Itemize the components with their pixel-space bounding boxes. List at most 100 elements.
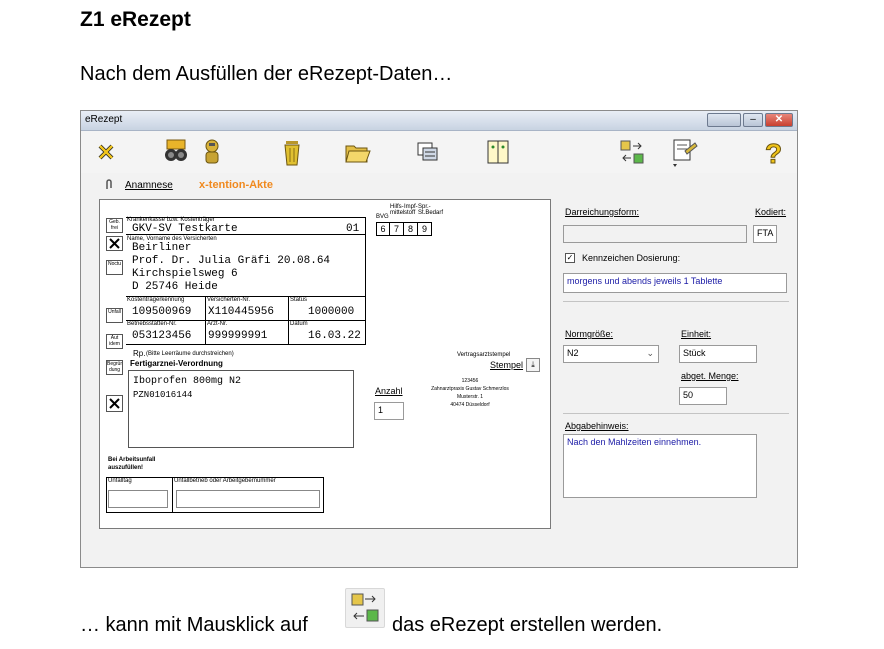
cross-icon [109, 398, 120, 409]
sprstbedarf-label: Spr.-St.Bedarf [418, 204, 444, 216]
status-value[interactable]: 1000000 [308, 306, 354, 318]
tab-xtention-akte[interactable]: x-tention-Akte [199, 179, 273, 191]
aut-idem-button[interactable]: Aut idem [106, 334, 123, 349]
rp-label: Rp. [133, 349, 146, 358]
search-button[interactable] [161, 137, 191, 167]
betriebsstaette-value[interactable]: 053123456 [132, 330, 191, 342]
restore-button[interactable] [707, 113, 741, 127]
delete-button[interactable] [277, 137, 307, 167]
unfall-button[interactable]: Unfall [106, 308, 123, 323]
open-folder-icon [345, 145, 371, 163]
paperclip-icon [106, 179, 112, 189]
copy-icon [417, 142, 438, 161]
versichertennr-value[interactable]: X110445956 [208, 306, 274, 318]
noctu-button[interactable]: Noctu [106, 260, 123, 275]
close-button[interactable]: ✕ [765, 113, 793, 127]
patient-line: Kirchspielsweg 6 [132, 268, 238, 280]
create-erezept-icon [351, 593, 379, 622]
begruendung-button[interactable]: Begrün-dung [106, 360, 123, 375]
patient-line: D 25746 Heide [132, 281, 218, 293]
geb-frei-button[interactable]: Geb. frei [106, 218, 123, 233]
cell-6[interactable]: 6 [376, 222, 390, 236]
unfalltag-input[interactable] [108, 490, 168, 508]
document-heading: Z1 eRezept [80, 8, 191, 31]
print-icon [673, 139, 698, 167]
separator [563, 413, 789, 414]
search-binoculars-icon [165, 139, 187, 161]
divider [172, 477, 173, 513]
form-icon [487, 140, 509, 164]
einheit-input[interactable]: Stück [679, 345, 757, 363]
form-button[interactable] [483, 137, 513, 167]
stempel-block: 123456 Zahnarztpraxis Gustav Schmerzlos … [410, 377, 530, 409]
impfstoff-label: Impf-stoff [404, 204, 418, 216]
darreichungsform-input[interactable] [563, 225, 747, 243]
medication-line-1: Iboprofen 800mg N2 [133, 376, 242, 387]
print-button[interactable] [669, 137, 703, 167]
svg-text:?: ? [765, 138, 782, 167]
cell-8[interactable]: 8 [404, 222, 418, 236]
cell-7[interactable]: 7 [390, 222, 404, 236]
kodiert-input[interactable]: FTA [753, 225, 777, 243]
gebpfl-toggle[interactable] [106, 236, 123, 251]
connect-icon [205, 139, 219, 164]
connect-button[interactable] [197, 137, 227, 167]
dosierung-checkbox[interactable]: ✓ [565, 253, 575, 263]
fertigarznei-label: Fertigarznei-Verordnung [130, 359, 223, 368]
open-button[interactable] [343, 137, 373, 167]
hilfsmittel-label: Hilfs-mittel [390, 204, 405, 216]
dosierung-input[interactable]: morgens und abends jeweils 1 Tablette [563, 273, 787, 293]
patient-line: Beirliner [132, 242, 192, 254]
patient-line: Prof. Dr. Julia Gräfi 20.08.64 [132, 255, 331, 267]
stempel-button[interactable]: ⤓ [526, 358, 540, 372]
cancel-button[interactable] [91, 137, 121, 167]
divider [288, 321, 289, 345]
divider [205, 321, 206, 345]
checkmark-icon: ✓ [566, 253, 574, 262]
dosierung-checkbox-label: Kennzeichen Dosierung: [582, 253, 681, 263]
einheit-label: Einheit: [681, 329, 712, 339]
abgetmenge-input[interactable]: 50 [679, 387, 727, 405]
help-button[interactable]: ? [759, 137, 789, 170]
cancel-icon [98, 144, 114, 160]
create-erezept-icon-inline [345, 588, 385, 628]
tab-anamnese[interactable]: Anamnese [125, 180, 173, 191]
unfallbetrieb-input[interactable] [176, 490, 320, 508]
bvg-label: BVG [376, 214, 389, 220]
minimize-button[interactable]: – [743, 113, 763, 127]
erezept-window: eRezept – ✕ ? Anamnese x-tention-Akte Ge… [80, 110, 798, 568]
checkbox-cells: 6 7 8 9 [376, 222, 432, 236]
abgabehinweis-textarea[interactable]: Nach den Mahlzeiten einnehmen. [563, 434, 757, 498]
datum-label: Datum [290, 321, 308, 327]
close-icon: ✕ [774, 114, 784, 125]
kk-code[interactable]: 01 [346, 223, 359, 235]
arzt-label: Arzt-Nr. [207, 321, 228, 327]
separator [563, 301, 789, 302]
anzahl-input[interactable]: 1 [374, 402, 404, 420]
intro-text: Nach dem Ausfüllen der eRezept-Daten… [80, 63, 453, 85]
normgroesse-select[interactable]: N2 ⌄ [563, 345, 659, 363]
darreichungsform-label: Darreichungsform: [565, 207, 640, 217]
abgabehinweis-label: Abgabehinweis: [565, 421, 629, 431]
kostentraeger-value[interactable]: 109500969 [132, 306, 191, 318]
patient-address[interactable]: Beirliner Prof. Dr. Julia Gräfi 20.08.64… [132, 242, 330, 294]
prescription-form: Geb. frei Noctu Unfall Aut idem Begrün-d… [99, 199, 551, 529]
datum-value[interactable]: 16.03.22 [308, 330, 361, 342]
copy-button[interactable] [413, 137, 443, 167]
kostentraeger-label: Kostenträgerkennung [127, 297, 185, 303]
toolbar: ? [81, 131, 797, 173]
window-titlebar: eRezept – ✕ [81, 111, 797, 131]
create-erezept-button[interactable] [617, 137, 647, 167]
strike-toggle[interactable] [106, 395, 123, 412]
arzt-value[interactable]: 999999991 [208, 330, 267, 342]
normgroesse-value: N2 [567, 348, 579, 358]
normgroesse-label: Normgröße: [565, 329, 614, 339]
stempel-title: Vertragsarztstempel [457, 352, 511, 358]
unfalltag-label: Unfalltag [108, 478, 132, 484]
cell-9[interactable]: 9 [418, 222, 432, 236]
create-erezept-icon [620, 140, 644, 164]
anzahl-label: Anzahl [375, 386, 403, 396]
krankenkasse-value[interactable]: GKV-SV Testkarte [132, 223, 238, 235]
stempel-line: Musterstr. 1 [456, 394, 484, 400]
kodiert-label: Kodiert: [755, 207, 787, 217]
